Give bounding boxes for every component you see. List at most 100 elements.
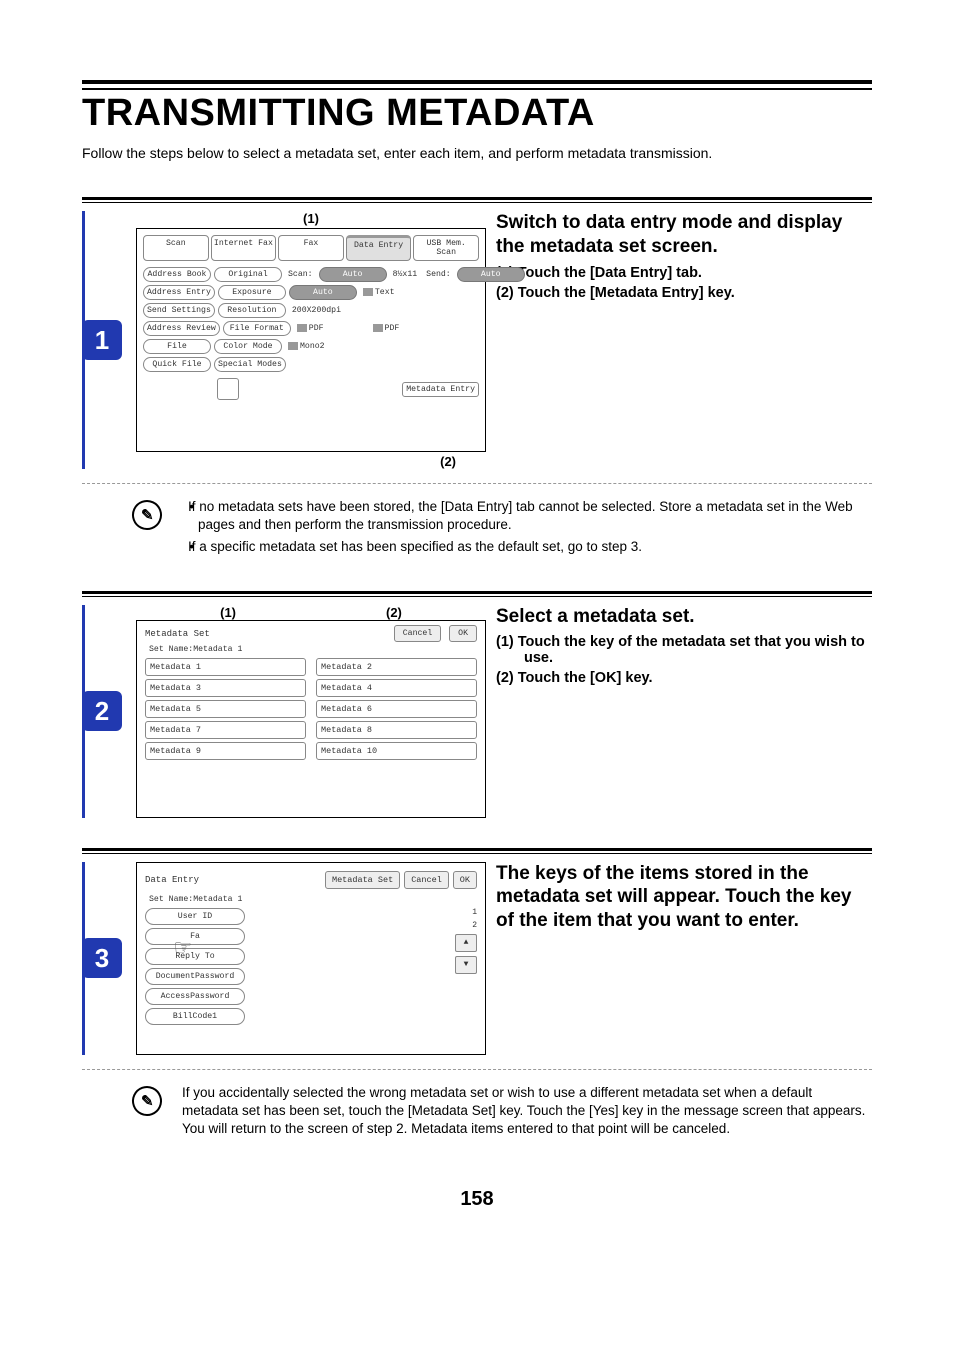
dashed-separator	[82, 483, 872, 484]
file-format-pdf-1: PDF	[309, 324, 324, 333]
tab-data-entry[interactable]: Data Entry	[346, 235, 412, 261]
original-button[interactable]: Original	[214, 267, 282, 282]
callout-s2-2: (2)	[386, 605, 402, 620]
step-1-sub-1: (1) Touch the [Data Entry] tab.	[496, 265, 872, 281]
metadata-set-4[interactable]: Metadata 4	[316, 679, 477, 697]
metadata-set-6[interactable]: Metadata 6	[316, 700, 477, 718]
metadata-set-3[interactable]: Metadata 3	[145, 679, 306, 697]
text-icon	[363, 288, 373, 296]
step-1-note-a: If no metadata sets have been stored, th…	[198, 498, 872, 534]
cancel-button[interactable]: Cancel	[394, 625, 441, 642]
scroll-down-button[interactable]: ▼	[455, 956, 477, 974]
address-book-button[interactable]: Address Book	[143, 267, 211, 282]
callout-s2-1: (1)	[220, 605, 236, 620]
step-1-title: Switch to data entry mode and display th…	[496, 211, 872, 259]
color-mode-value: Mono2	[300, 342, 325, 351]
step-1-sub-2: (2) Touch the [Metadata Entry] key.	[496, 285, 872, 301]
orig-size-value: 8½x11	[390, 268, 421, 281]
scroll-up-button[interactable]: ▲	[455, 934, 477, 952]
file-format-pdf-2: PDF	[385, 324, 400, 333]
screenshot-step-2: Metadata Set Cancel OK Set Name:Metadata…	[136, 620, 486, 818]
step-rule-thin	[82, 853, 872, 854]
metadata-set-button[interactable]: Metadata Set	[325, 871, 400, 889]
step-3: 3 Data Entry Metadata Set Cancel OK Set …	[82, 848, 872, 1139]
tab-fax[interactable]: Fax	[278, 235, 344, 261]
step-3-note: If you accidentally selected the wrong m…	[182, 1084, 872, 1139]
step-accent-bar	[82, 605, 85, 818]
metadata-set-8[interactable]: Metadata 8	[316, 721, 477, 739]
metadata-set-7[interactable]: Metadata 7	[145, 721, 306, 739]
send-auto-pill[interactable]: Auto	[457, 267, 525, 282]
metadata-set-1[interactable]: Metadata 1	[145, 658, 306, 676]
step-2: 2 (1) (2) Metadata Set Cancel OK	[82, 591, 872, 818]
tab-internet-fax[interactable]: Internet Fax	[211, 235, 277, 261]
step-rule-thick	[82, 591, 872, 594]
preview-icon[interactable]	[217, 378, 239, 400]
step-1: 1 (1) Scan Internet Fax Fax Data Entry U…	[82, 197, 872, 561]
step-2-sub-1: (1) Touch the key of the metadata set th…	[496, 634, 872, 666]
item-billcode1[interactable]: BillCode1	[145, 1008, 245, 1025]
step-2-sub-2: (2) Touch the [OK] key.	[496, 670, 872, 686]
exposure-auto-pill[interactable]: Auto	[289, 285, 357, 300]
exposure-button[interactable]: Exposure	[218, 285, 286, 300]
cancel-button[interactable]: Cancel	[404, 871, 449, 889]
step-accent-bar	[82, 862, 85, 1055]
step-rule-thick	[82, 848, 872, 851]
s2-set-name: Set Name:Metadata 1	[149, 645, 477, 654]
resolution-button[interactable]: Resolution	[218, 303, 286, 318]
pencil-note-icon	[128, 1081, 166, 1119]
screenshot-step-1: Scan Internet Fax Fax Data Entry USB Mem…	[136, 228, 486, 452]
step-1-badge: 1	[82, 320, 122, 360]
step-rule-thin	[82, 596, 872, 597]
mono-icon	[288, 342, 298, 350]
ok-button[interactable]: OK	[449, 625, 477, 642]
color-mode-button[interactable]: Color Mode	[214, 339, 282, 354]
special-modes-button[interactable]: Special Modes	[214, 357, 286, 372]
tab-scan[interactable]: Scan	[143, 235, 209, 261]
metadata-entry-button[interactable]: Metadata Entry	[402, 382, 479, 397]
quick-file-button[interactable]: Quick File	[143, 357, 211, 372]
item-user-id[interactable]: User ID	[145, 908, 245, 925]
metadata-set-2[interactable]: Metadata 2	[316, 658, 477, 676]
step-2-badge: 2	[82, 691, 122, 731]
file-button[interactable]: File	[143, 339, 211, 354]
address-review-button[interactable]: Address Review	[143, 321, 220, 336]
item-access-password[interactable]: AccessPassword	[145, 988, 245, 1005]
step-2-title: Select a metadata set.	[496, 605, 872, 629]
pencil-note-icon	[128, 496, 166, 534]
s2-header-title: Metadata Set	[145, 629, 210, 639]
intro-text: Follow the steps below to select a metad…	[82, 145, 872, 161]
metadata-set-9[interactable]: Metadata 9	[145, 742, 306, 760]
exposure-text-value: Text	[375, 288, 395, 297]
address-entry-button[interactable]: Address Entry	[143, 285, 215, 300]
page-indicator-1: 1	[472, 908, 477, 917]
step-accent-bar	[82, 211, 85, 469]
step-rule-thin	[82, 202, 872, 203]
metadata-set-5[interactable]: Metadata 5	[145, 700, 306, 718]
step-1-note: If no metadata sets have been stored, th…	[182, 498, 872, 561]
item-document-password[interactable]: DocumentPassword	[145, 968, 245, 985]
scan-label: Scan:	[285, 268, 316, 281]
pdf-icon-2	[373, 324, 383, 332]
ok-button[interactable]: OK	[453, 871, 477, 889]
step-3-badge: 3	[82, 938, 122, 978]
file-format-button[interactable]: File Format	[223, 321, 291, 336]
resolution-value: 200X200dpi	[289, 304, 344, 317]
dashed-separator	[82, 1069, 872, 1070]
page-number: 158	[82, 1188, 872, 1211]
step-1-note-b: If a specific metadata set has been spec…	[198, 538, 872, 556]
scan-auto-pill[interactable]: Auto	[319, 267, 387, 282]
step-rule-thick	[82, 197, 872, 200]
metadata-set-10[interactable]: Metadata 10	[316, 742, 477, 760]
tab-usb-mem-scan[interactable]: USB Mem. Scan	[413, 235, 479, 261]
page-title: TRANSMITTING METADATA	[82, 92, 872, 135]
s3-header-title: Data Entry	[145, 875, 199, 885]
pdf-icon-1	[297, 324, 307, 332]
step-3-title: The keys of the items stored in the meta…	[496, 862, 872, 933]
screenshot-step-3: Data Entry Metadata Set Cancel OK Set Na…	[136, 862, 486, 1055]
send-settings-button[interactable]: Send Settings	[143, 303, 215, 318]
pointer-hand-icon: ☞	[175, 933, 207, 965]
page-indicator-2: 2	[472, 921, 477, 930]
heading-rule-thick	[82, 80, 872, 90]
callout-1-marker: (1)	[136, 211, 486, 226]
